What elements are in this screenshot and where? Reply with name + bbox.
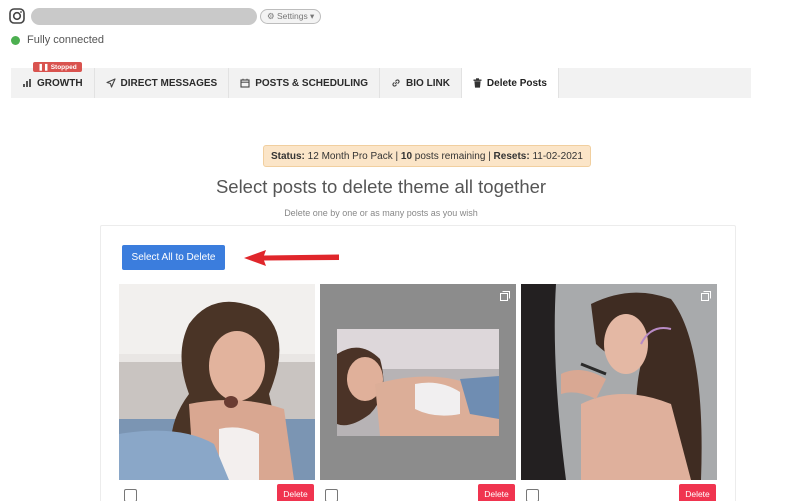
calendar-icon [240, 78, 250, 88]
resets-date: 11-02-2021 [529, 150, 583, 162]
tab-direct-messages[interactable]: DIRECT MESSAGES [95, 68, 230, 98]
post-select-checkbox[interactable] [526, 489, 539, 501]
stopped-badge: ❚❚ Stopped [33, 62, 82, 72]
status-separator: | [485, 150, 494, 162]
account-name[interactable]: username [31, 7, 257, 25]
tab-delete-posts[interactable]: Delete Posts [461, 68, 559, 98]
trash-icon [473, 78, 482, 88]
annotation-arrow-icon [244, 250, 339, 266]
post-thumbnail[interactable] [320, 284, 516, 480]
page-title: Select posts to delete theme all togethe… [215, 176, 547, 197]
tab-bio-link-label: BIO LINK [406, 77, 450, 89]
page-subtitle: Delete one by one or as many posts as yo… [284, 208, 478, 218]
select-all-button[interactable]: Select All to Delete [122, 245, 225, 270]
status-key: Status: [271, 150, 305, 162]
post-photo [320, 284, 516, 480]
status-plan: 12 Month Pro Pack [304, 150, 393, 162]
post-thumbnail[interactable] [521, 284, 717, 480]
multiple-images-icon [701, 291, 711, 301]
post-select-checkbox[interactable] [124, 489, 137, 501]
delete-post-button[interactable]: Delete [277, 484, 314, 501]
tab-growth-label: GROWTH [37, 77, 83, 89]
delete-post-button[interactable]: Delete [679, 484, 716, 501]
delete-post-button[interactable]: Delete [478, 484, 515, 501]
instagram-icon [9, 8, 25, 24]
remaining-text: posts remaining [412, 150, 486, 162]
status-separator: | [392, 150, 401, 162]
bar-chart-icon [23, 79, 31, 87]
tab-delete-posts-label: Delete Posts [486, 77, 547, 89]
account-header: username ⚙ Settings ▾ [9, 6, 322, 26]
tab-bio-link[interactable]: BIO LINK [380, 68, 462, 98]
post-select-checkbox[interactable] [325, 489, 338, 501]
posts-card: Select All to Delete Delete Delete Delet… [100, 225, 736, 501]
connection-status: Fully connected [11, 34, 104, 46]
post-photo [521, 284, 717, 480]
multiple-images-icon [500, 291, 510, 301]
connection-status-text: Fully connected [27, 34, 105, 46]
tab-growth[interactable]: ❚❚ Stopped GROWTH [11, 62, 95, 98]
resets-key: Resets: [493, 150, 530, 162]
main-panel: ❚❚ Stopped GROWTH DIRECT MESSAGES POSTS … [11, 62, 751, 501]
tab-bar: ❚❚ Stopped GROWTH DIRECT MESSAGES POSTS … [11, 62, 751, 98]
delete-posts-content: Status: 12 Month Pro Pack | 10 posts rem… [11, 98, 751, 501]
tab-posts-scheduling[interactable]: POSTS & SCHEDULING [229, 68, 381, 98]
tab-direct-messages-label: DIRECT MESSAGES [120, 77, 218, 89]
app-page: username ⚙ Settings ▾ Fully connected ❚❚… [0, 0, 793, 501]
post-thumbnail[interactable] [119, 284, 315, 480]
tab-posts-scheduling-label: POSTS & SCHEDULING [255, 77, 369, 89]
link-icon [392, 79, 400, 87]
post-photo [119, 284, 315, 480]
remaining-count: 10 [400, 150, 413, 162]
settings-button[interactable]: ⚙ Settings ▾ [260, 8, 322, 24]
send-icon [105, 78, 116, 88]
status-dot-icon [11, 35, 20, 45]
plan-status-badge: Status: 12 Month Pro Pack | 10 posts rem… [263, 145, 591, 167]
